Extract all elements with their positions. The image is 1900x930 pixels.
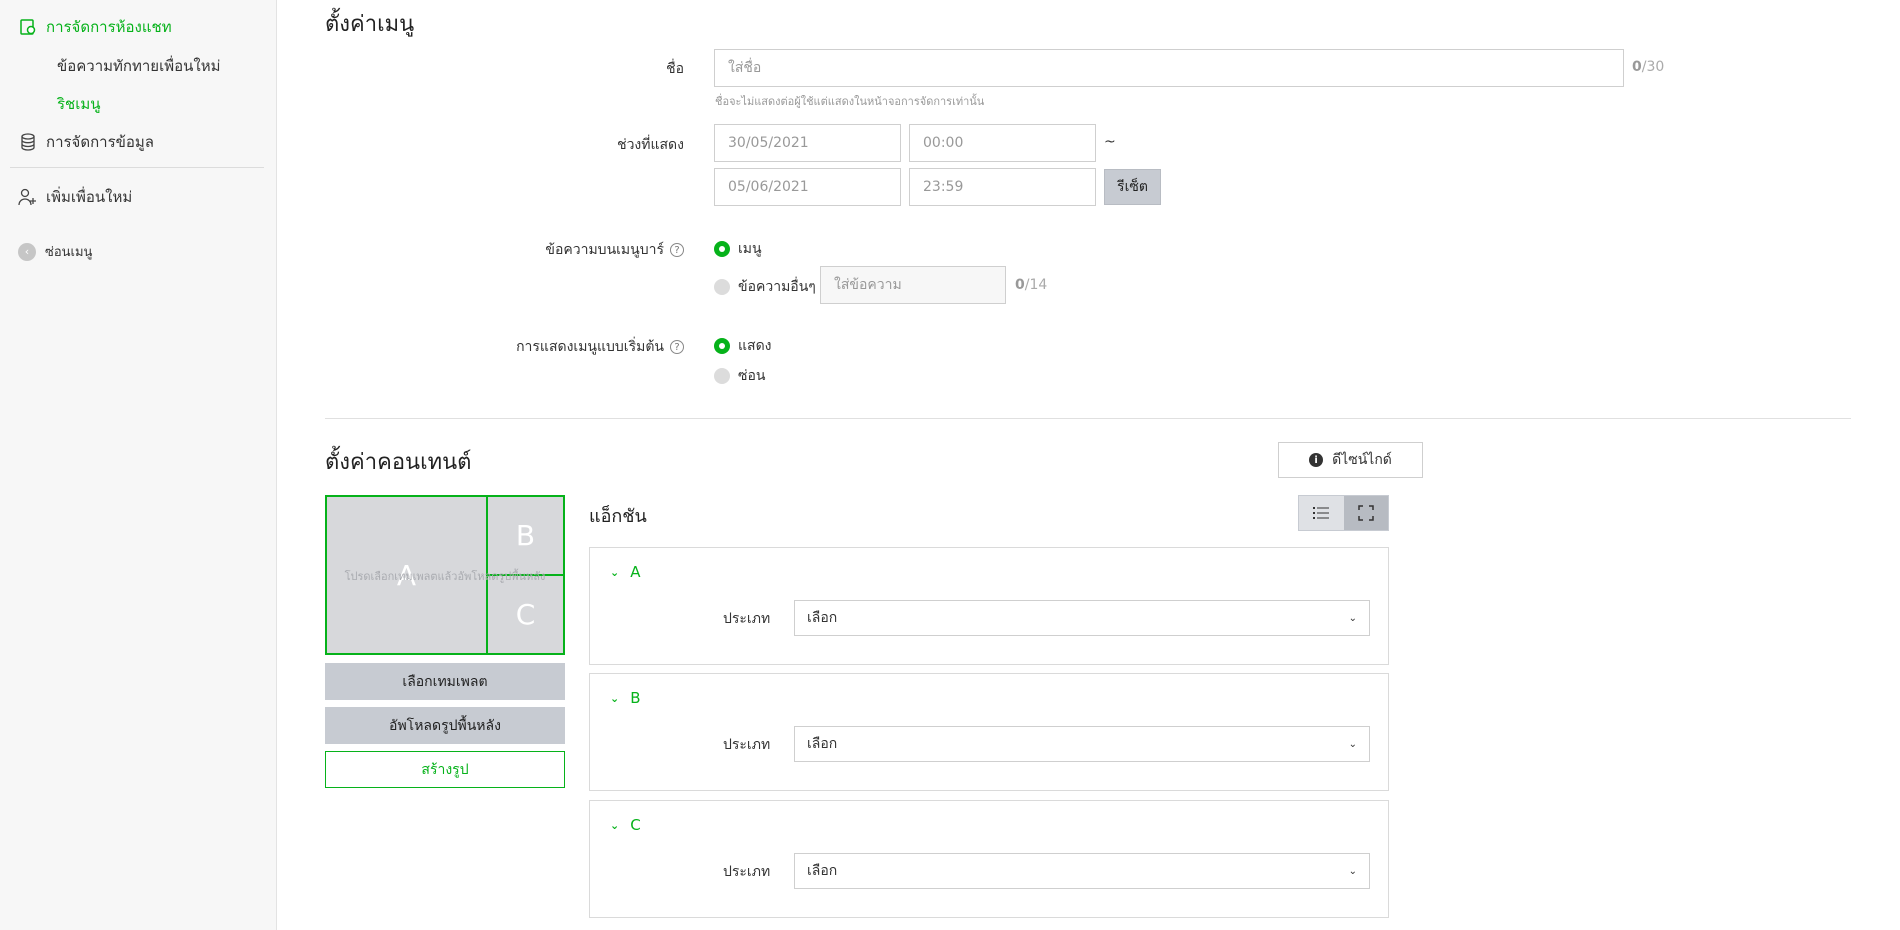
name-char-counter: 0/30 (1632, 59, 1664, 75)
chevron-down-icon: ⌄ (610, 818, 620, 832)
radio-unselected-icon (714, 279, 730, 295)
menu-settings-title: ตั้งค่าเมนู (325, 12, 415, 37)
preview-cell-c[interactable]: C (488, 576, 563, 653)
type-select-value: เลือก (807, 610, 838, 626)
menubar-max: /14 (1024, 277, 1048, 293)
name-hint: ชื่อจะไม่แสดงต่อผู้ใช้แต่แสดงในหน้าจอการ… (715, 95, 985, 108)
type-select[interactable]: เลือก ⌄ (794, 600, 1370, 636)
menubar-radio-menu[interactable]: เมนู (714, 238, 762, 260)
section-divider (325, 418, 1851, 419)
action-panel-title: A (630, 563, 641, 581)
preview-note: โปรดเลือกเทมเพลตแล้วอัพโหลดรูปพื้นหลัง (344, 570, 546, 583)
fullscreen-icon (1358, 505, 1374, 521)
end-time-input[interactable]: 23:59 (909, 168, 1096, 206)
chevron-down-icon: ⌄ (610, 565, 620, 579)
list-view-icon (1313, 507, 1330, 519)
help-icon[interactable]: ? (670, 340, 684, 354)
chevron-down-icon: ⌄ (1348, 865, 1357, 877)
name-input[interactable]: ใส่ชื่อ (714, 49, 1624, 87)
list-view-button[interactable] (1299, 496, 1344, 530)
chevron-down-icon: ⌄ (610, 691, 620, 705)
content-settings-title: ตั้งค่าคอนเทนต์ (325, 450, 472, 475)
menubar-text-label: ข้อความบนเมนูบาร์? (480, 239, 684, 261)
default-display-label: การแสดงเมนูแบบเริ่มต้น? (440, 336, 684, 358)
add-user-icon (18, 187, 38, 207)
period-tilde: ~ (1104, 134, 1116, 150)
action-panel-header[interactable]: ⌄ B (610, 689, 641, 707)
type-label: ประเภท (723, 611, 771, 627)
radio-selected-icon (714, 338, 730, 354)
sidebar-item-label: การจัดการข้อมูล (46, 133, 154, 151)
sidebar-item-add-friends[interactable]: เพิ่มเพื่อนใหม่ (18, 185, 132, 209)
action-panel-title: B (630, 689, 641, 707)
sidebar-item-label: การจัดการห้องแชท (46, 18, 172, 36)
fullscreen-view-button[interactable] (1343, 496, 1388, 530)
chevron-down-icon: ⌄ (1348, 612, 1357, 624)
action-panel-header[interactable]: ⌄ C (610, 816, 641, 834)
default-radio-show[interactable]: แสดง (714, 335, 772, 357)
menubar-char-counter: 0/14 (1015, 277, 1047, 293)
start-date-input[interactable]: 30/05/2021 (714, 124, 901, 162)
action-panel-header[interactable]: ⌄ A (610, 563, 640, 581)
help-icon[interactable]: ? (670, 243, 684, 257)
chevron-down-icon: ⌄ (1348, 738, 1357, 750)
view-toggle (1298, 495, 1389, 531)
action-panel-title: C (630, 816, 641, 834)
type-select-value: เลือก (807, 736, 838, 752)
select-template-button[interactable]: เลือกเทมเพลต (325, 663, 565, 700)
database-icon (18, 132, 38, 152)
end-date-input[interactable]: 05/06/2021 (714, 168, 901, 206)
name-max: /30 (1641, 59, 1665, 75)
radio-unselected-icon (714, 368, 730, 384)
chat-management-icon (18, 17, 38, 37)
info-icon: i (1309, 453, 1324, 467)
sidebar-divider (10, 167, 264, 168)
default-radio-hide[interactable]: ซ่อน (714, 365, 765, 387)
name-count: 0 (1632, 59, 1642, 75)
hide-menu-label: ซ่อนเมนู (45, 245, 93, 260)
collapse-left-icon: ‹ (18, 242, 36, 261)
menubar-text-label-text: ข้อความบนเมนูบาร์ (545, 242, 664, 258)
action-panel-a: ⌄ A ประเภท เลือก ⌄ (589, 547, 1389, 665)
start-time-input[interactable]: 00:00 (909, 124, 1096, 162)
menubar-count: 0 (1015, 277, 1025, 293)
sidebar: การจัดการห้องแชท ข้อความทักทายเพื่อนใหม่… (0, 0, 277, 930)
action-panel-b: ⌄ B ประเภท เลือก ⌄ (589, 673, 1389, 791)
sidebar-item-rich-menu[interactable]: ริชเมนู (57, 92, 101, 116)
menubar-text-input[interactable]: ใส่ข้อความ (820, 266, 1006, 304)
preview-cell-b[interactable]: B (488, 497, 563, 574)
name-label: ชื่อ (666, 61, 684, 77)
sidebar-item-label: เพิ่มเพื่อนใหม่ (46, 188, 133, 206)
sidebar-item-data-management[interactable]: การจัดการข้อมูล (18, 130, 154, 154)
radio-label: ข้อความอื่นๆ (738, 279, 816, 295)
default-display-label-text: การแสดงเมนูแบบเริ่มต้น (516, 339, 664, 355)
action-panel-c: ⌄ C ประเภท เลือก ⌄ (589, 800, 1389, 918)
radio-label: ซ่อน (738, 368, 766, 384)
rich-menu-preview[interactable]: A B C โปรดเลือกเทมเพลตแล้วอัพโหลดรูปพื้น… (325, 495, 565, 655)
upload-background-button[interactable]: อัพโหลดรูปพื้นหลัง (325, 707, 565, 744)
radio-label: เมนู (738, 241, 762, 257)
design-guide-label: ดีไซน์ไกด์ (1332, 452, 1392, 468)
sidebar-item-greeting-message[interactable]: ข้อความทักทายเพื่อนใหม่ (57, 54, 220, 78)
menubar-radio-other[interactable]: ข้อความอื่นๆ (714, 276, 816, 298)
sidebar-item-chat-management[interactable]: การจัดการห้องแชท (18, 15, 172, 39)
reset-button[interactable]: รีเซ็ต (1104, 169, 1161, 205)
action-title: แอ็กชัน (589, 506, 647, 527)
hide-menu-button[interactable]: ‹ ซ่อนเมนู (18, 241, 92, 262)
create-image-button[interactable]: สร้างรูป (325, 751, 565, 788)
type-label: ประเภท (723, 737, 771, 753)
name-input-placeholder: ใส่ชื่อ (728, 60, 762, 76)
design-guide-button[interactable]: i ดีไซน์ไกด์ (1278, 442, 1423, 478)
type-label: ประเภท (723, 864, 771, 880)
type-select[interactable]: เลือก ⌄ (794, 853, 1370, 889)
type-select[interactable]: เลือก ⌄ (794, 726, 1370, 762)
type-select-value: เลือก (807, 863, 838, 879)
radio-label: แสดง (738, 338, 772, 354)
period-label: ช่วงที่แสดง (617, 137, 684, 153)
radio-selected-icon (714, 241, 730, 257)
